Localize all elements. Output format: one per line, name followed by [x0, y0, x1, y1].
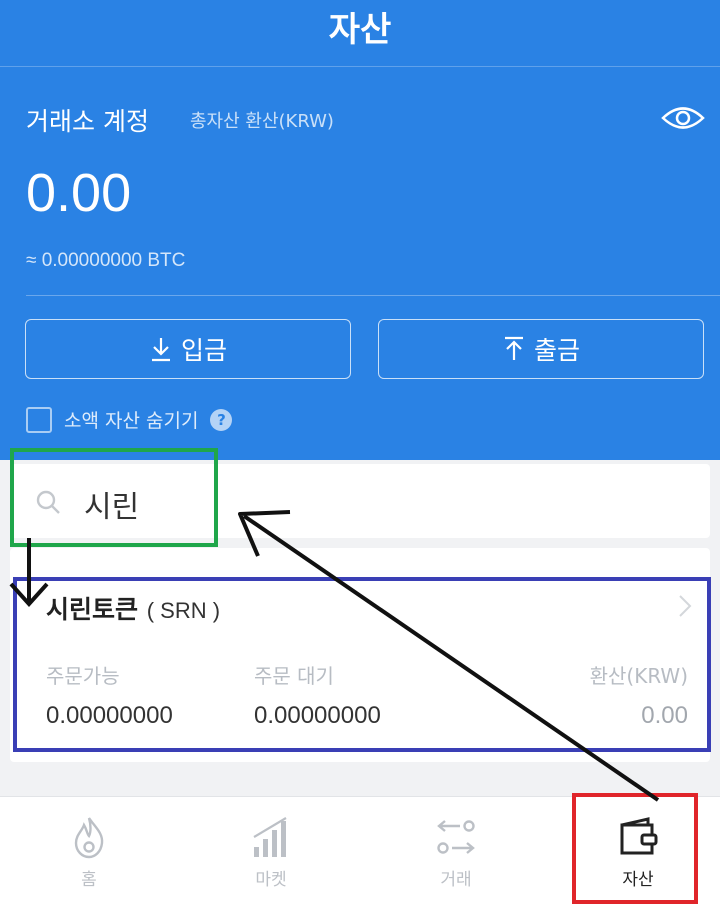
annotation-arrows: [9, 510, 660, 802]
annotation-arrow-diagonal: [242, 514, 660, 802]
